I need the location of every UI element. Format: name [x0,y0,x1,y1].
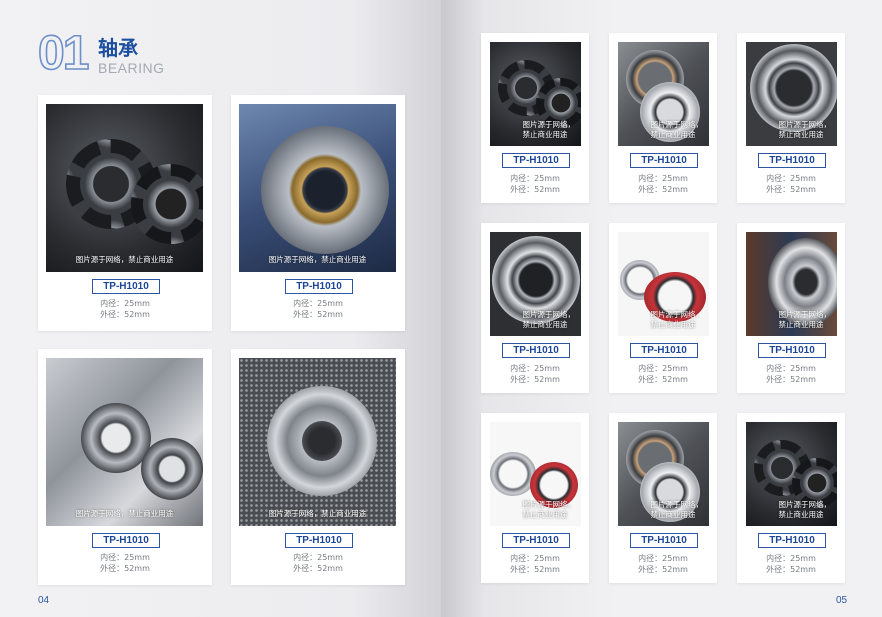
inner-diameter: 内径：25mm [293,299,343,308]
catalog-spread: 01 轴承 BEARING 图片源于网络，禁止商业用途 TP-H1010 内径：… [0,0,882,617]
product-card[interactable]: 图片源于网络，禁止商业用途 TP-H1010 内径：25mm 外径：52mm [38,95,212,331]
watermark: 图片源于网络，禁止商业用途 [268,255,367,264]
watermark: 图片源于网络，禁止商业用途 [778,120,832,139]
section-subtitle: BEARING [98,60,165,76]
watermark: 图片源于网络，禁止商业用途 [650,500,704,519]
inner-diameter: 内径：25mm [510,174,560,183]
product-card[interactable]: 图片源于网络，禁止商业用途 TP-H1010 内径：25mm 外径：52mm [231,349,405,585]
product-image: 图片源于网络，禁止商业用途 [618,42,709,146]
product-image: 图片源于网络，禁止商业用途 [490,232,581,336]
product-image: 图片源于网络，禁止商业用途 [490,42,581,146]
inner-diameter: 内径：25mm [100,553,150,562]
outer-diameter: 外径：52mm [100,564,150,573]
product-card[interactable]: 图片源于网络，禁止商业用途 TP-H1010 内径：25mm 外径：52mm [737,33,845,203]
product-card[interactable]: 图片源于网络，禁止商业用途 TP-H1010 内径：25mm 外径：52mm [737,413,845,583]
product-image: 图片源于网络，禁止商业用途 [618,422,709,526]
model-label: TP-H1010 [92,279,160,294]
product-image: 图片源于网络，禁止商业用途 [746,232,837,336]
product-image: 图片源于网络，禁止商业用途 [490,422,581,526]
spec-text: 内径：25mm 外径：52mm [737,363,845,385]
inner-diameter: 内径：25mm [766,364,816,373]
model-label: TP-H1010 [285,533,353,548]
outer-diameter: 外径：52mm [510,185,560,194]
product-image: 图片源于网络，禁止商业用途 [746,42,837,146]
inner-diameter: 内径：25mm [638,174,688,183]
product-image: 图片源于网络，禁止商业用途 [46,358,203,526]
inner-diameter: 内径：25mm [766,174,816,183]
spec-text: 内径：25mm 外径：52mm [737,173,845,195]
product-card[interactable]: 图片源于网络，禁止商业用途 TP-H1010 内径：25mm 外径：52mm [481,413,589,583]
outer-diameter: 外径：52mm [100,310,150,319]
model-label: TP-H1010 [92,533,160,548]
spec-text: 内径：25mm 外径：52mm [737,553,845,575]
outer-diameter: 外径：52mm [293,564,343,573]
product-image: 图片源于网络，禁止商业用途 [618,232,709,336]
spec-text: 内径：25mm 外径：52mm [38,298,212,320]
watermark: 图片源于网络，禁止商业用途 [522,500,576,519]
outer-diameter: 外径：52mm [638,565,688,574]
spec-text: 内径：25mm 外径：52mm [231,552,405,574]
model-label: TP-H1010 [285,279,353,294]
spec-text: 内径：25mm 外径：52mm [609,173,717,195]
product-card[interactable]: 图片源于网络，禁止商业用途 TP-H1010 内径：25mm 外径：52mm [481,33,589,203]
product-image: 图片源于网络，禁止商业用途 [746,422,837,526]
product-card[interactable]: 图片源于网络，禁止商业用途 TP-H1010 内径：25mm 外径：52mm [609,223,717,393]
outer-diameter: 外径：52mm [293,310,343,319]
watermark: 图片源于网络，禁止商业用途 [650,120,704,139]
page-number: 04 [38,595,50,606]
watermark: 图片源于网络，禁止商业用途 [778,500,832,519]
outer-diameter: 外径：52mm [766,185,816,194]
spec-text: 内径：25mm 外径：52mm [481,553,589,575]
outer-diameter: 外径：52mm [766,565,816,574]
inner-diameter: 内径：25mm [293,553,343,562]
inner-diameter: 内径：25mm [510,364,560,373]
right-page: 图片源于网络， 禁止商业用途 TP-H1010 内径：25mm 外径：52mm 图… [441,0,882,617]
section-title: 轴承 [98,36,138,60]
product-card[interactable]: 图片源于网络，禁止商业用途 TP-H1010 内径：25mm 外径：52mm [231,95,405,331]
spec-text: 内径：25mm 外径：52mm [609,553,717,575]
outer-diameter: 外径：52mm [510,565,560,574]
model-label: TP-H1010 [502,153,570,168]
model-label: TP-H1010 [630,343,698,358]
watermark: 图片源于网络，禁止商业用途 [522,310,576,329]
watermark: 图片源于网络，禁止商业用途 [75,255,174,264]
outer-diameter: 外径：52mm [638,185,688,194]
watermark: 图片源于网络，禁止商业用途 [778,310,832,329]
product-card[interactable]: 图片源于网络，禁止商业用途 TP-H1010 内径：25mm 外径：52mm [609,33,717,203]
model-label: TP-H1010 [630,153,698,168]
product-image: 图片源于网络，禁止商业用途 [239,358,396,526]
model-label: TP-H1010 [630,533,698,548]
product-card[interactable]: 图片源于网络，禁止商业用途 TP-H1010 内径：25mm 外径：52mm [38,349,212,585]
inner-diameter: 内径：25mm [638,364,688,373]
section-number: 01 [37,27,90,80]
spec-text: 内径：25mm 外径：52mm [609,363,717,385]
product-image: 图片源于网络，禁止商业用途 [239,104,396,272]
watermark: 图片源于网络，禁止商业用途 [268,509,367,518]
outer-diameter: 外径：52mm [766,375,816,384]
model-label: TP-H1010 [758,343,826,358]
inner-diameter: 内径：25mm [638,554,688,563]
outer-diameter: 外径：52mm [638,375,688,384]
model-label: TP-H1010 [758,153,826,168]
model-label: TP-H1010 [758,533,826,548]
product-card[interactable]: 图片源于网络，禁止商业用途 TP-H1010 内径：25mm 外径：52mm [609,413,717,583]
outer-diameter: 外径：52mm [510,375,560,384]
model-label: TP-H1010 [502,343,570,358]
watermark: 图片源于网络，禁止商业用途 [522,120,576,139]
spec-text: 内径：25mm 外径：52mm [481,363,589,385]
product-card[interactable]: 图片源于网络，禁止商业用途 TP-H1010 内径：25mm 外径：52mm [737,223,845,393]
spec-text: 内径：25mm 外径：52mm [231,298,405,320]
inner-diameter: 内径：25mm [766,554,816,563]
inner-diameter: 内径：25mm [100,299,150,308]
watermark: 图片源于网络，禁止商业用途 [650,310,704,329]
product-card[interactable]: 图片源于网络，禁止商业用途 TP-H1010 内径：25mm 外径：52mm [481,223,589,393]
spec-text: 内径：25mm 外径：52mm [38,552,212,574]
page-number: 05 [836,595,848,606]
spec-text: 内径：25mm 外径：52mm [481,173,589,195]
watermark: 图片源于网络，禁止商业用途 [75,509,174,518]
product-image: 图片源于网络，禁止商业用途 [46,104,203,272]
inner-diameter: 内径：25mm [510,554,560,563]
model-label: TP-H1010 [502,533,570,548]
left-page: 01 轴承 BEARING 图片源于网络，禁止商业用途 TP-H1010 内径：… [0,0,441,617]
